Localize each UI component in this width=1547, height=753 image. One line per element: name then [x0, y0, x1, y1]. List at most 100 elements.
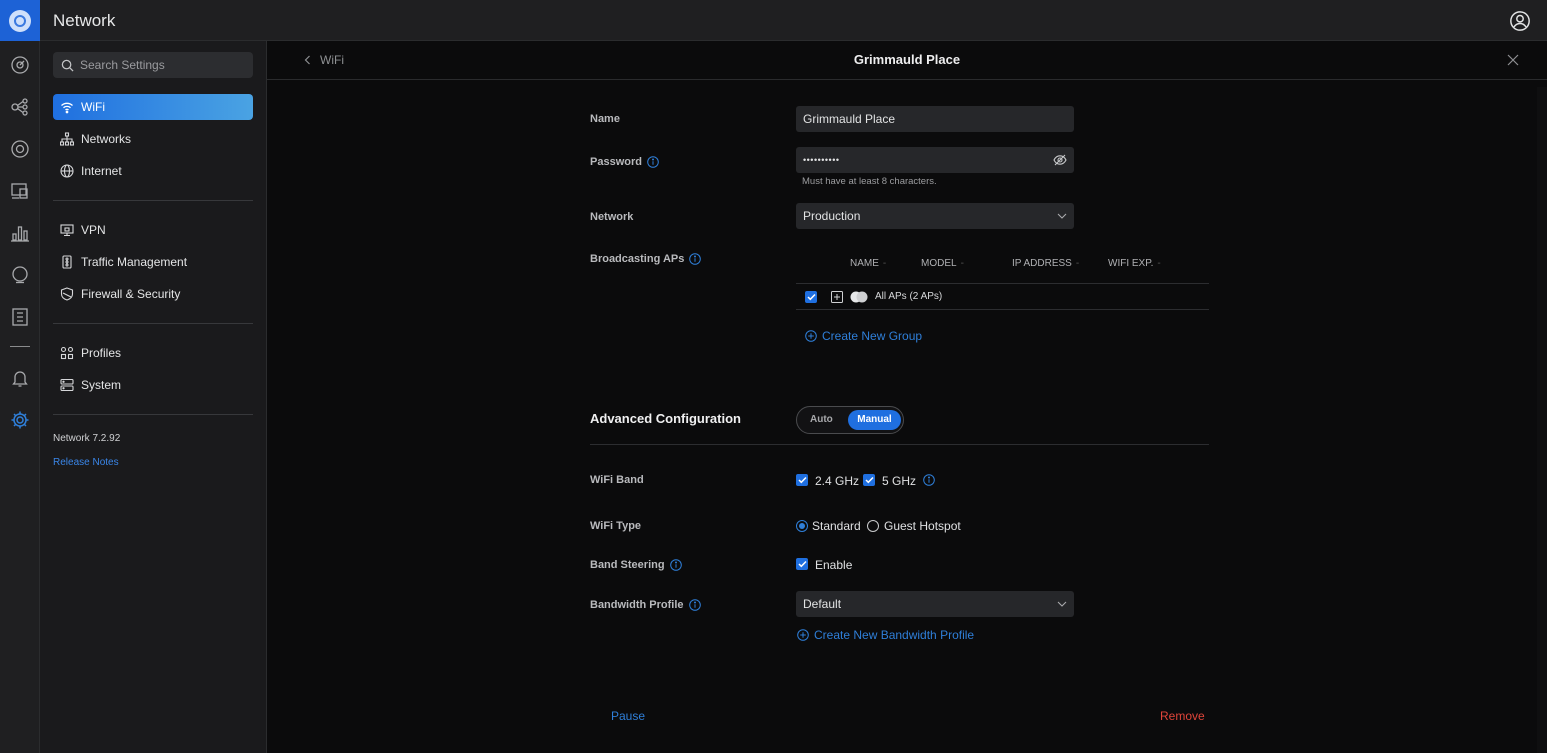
bandwidth-profile-select[interactable]: Default	[796, 591, 1074, 617]
wifi-icon	[61, 102, 73, 114]
scrollbar[interactable]	[1537, 87, 1547, 753]
info-icon[interactable]	[669, 559, 682, 571]
profiles-icon	[60, 346, 74, 360]
broadcasting-label-row: Broadcasting APs	[590, 253, 702, 265]
sidebar-item-label: Firewall & Security	[81, 287, 181, 301]
mode-auto-option[interactable]: Auto	[810, 414, 833, 425]
password-label: Password	[590, 156, 642, 168]
sidebar-item-label: Internet	[81, 164, 122, 178]
sidebar-item-internet[interactable]: Internet	[53, 158, 253, 184]
type-standard-radio[interactable]	[796, 520, 808, 532]
access-point-group-icon	[850, 291, 868, 303]
chevron-down-icon	[1057, 213, 1067, 219]
chevron-down-icon	[1057, 601, 1067, 607]
user-account-icon[interactable]	[1509, 10, 1531, 32]
sidebar-item-wifi[interactable]: WiFi	[53, 94, 253, 120]
column-header-name[interactable]: NAME -	[850, 258, 886, 269]
band-steering-label: Band Steering	[590, 559, 665, 571]
sidebar-item-label: VPN	[81, 223, 106, 237]
create-new-group-link[interactable]: Create New Group	[805, 329, 922, 343]
bandwidth-profile-value: Default	[803, 597, 842, 611]
column-header-model[interactable]: MODEL -	[921, 258, 964, 269]
wifi-band-label: WiFi Band	[590, 474, 644, 486]
search-box[interactable]	[53, 52, 253, 78]
panel-header: WiFi Grimmauld Place	[267, 41, 1547, 80]
sidebar-item-label: Traffic Management	[81, 255, 188, 269]
band-24ghz-label: 2.4 GHz	[815, 474, 860, 488]
type-guest-hotspot-radio[interactable]	[867, 520, 879, 532]
logs-icon[interactable]	[10, 307, 30, 327]
app-version: Network 7.2.92	[53, 433, 121, 444]
band-steering-checkbox[interactable]	[796, 558, 808, 570]
pause-button[interactable]: Pause	[611, 709, 645, 723]
name-label: Name	[590, 113, 620, 125]
password-value: ••••••••••	[803, 155, 840, 165]
column-header-wifi-exp[interactable]: WIFI EXP. -	[1108, 258, 1161, 269]
column-header-ip-address[interactable]: IP ADDRESS -	[1012, 258, 1079, 269]
sidebar-divider	[53, 414, 253, 415]
sidebar-item-traffic-management[interactable]: Traffic Management	[53, 249, 253, 275]
sidebar-item-networks[interactable]: Networks	[53, 126, 253, 152]
sidebar-item-system[interactable]: System	[53, 372, 253, 398]
expand-plus-icon[interactable]	[831, 291, 843, 303]
sidebar-item-label: System	[81, 378, 122, 392]
settings-icon[interactable]	[10, 410, 30, 430]
name-field[interactable]: Grimmauld Place	[796, 106, 1074, 132]
wifi-detail-panel: WiFi Grimmauld Place Name Grimmauld Plac…	[267, 41, 1547, 753]
sidebar-item-firewall-security[interactable]: Firewall & Security	[53, 281, 253, 307]
info-icon[interactable]	[923, 474, 935, 486]
network-select[interactable]: Production	[796, 203, 1074, 229]
band-24ghz-checkbox[interactable]	[796, 474, 808, 486]
info-icon[interactable]	[688, 599, 701, 611]
sidebar-item-label: Profiles	[81, 346, 122, 360]
section-divider	[590, 444, 1209, 445]
topology-icon[interactable]	[10, 97, 30, 117]
add-circle-icon	[805, 330, 817, 342]
remove-button[interactable]: Remove	[1160, 709, 1205, 723]
info-icon[interactable]	[647, 156, 659, 168]
password-field[interactable]: ••••••••••	[796, 147, 1074, 173]
icon-rail	[0, 41, 40, 753]
config-mode-toggle[interactable]: Auto Manual	[796, 406, 904, 434]
insights-icon[interactable]	[10, 265, 30, 285]
networks-icon	[60, 132, 74, 146]
bandwidth-profile-label-row: Bandwidth Profile	[590, 599, 701, 611]
search-input[interactable]	[80, 58, 240, 72]
broadcasting-label: Broadcasting APs	[590, 253, 685, 265]
network-label: Network	[590, 211, 634, 223]
system-icon	[60, 378, 74, 392]
alerts-icon[interactable]	[10, 368, 30, 388]
add-circle-icon	[797, 629, 809, 641]
band-5ghz-checkbox[interactable]	[863, 474, 875, 486]
sidebar-divider	[53, 200, 253, 201]
password-help-text: Must have at least 8 characters.	[802, 176, 937, 187]
vpn-icon	[60, 224, 74, 237]
release-notes-link[interactable]: Release Notes	[53, 457, 119, 468]
dashboard-icon[interactable]	[10, 55, 30, 75]
sidebar-divider	[53, 323, 253, 324]
top-bar: Network	[0, 0, 1547, 41]
eye-hidden-icon[interactable]	[1053, 154, 1067, 166]
band-5ghz-label: 5 GHz	[882, 474, 917, 488]
password-label-row: Password	[590, 156, 659, 168]
devices-icon[interactable]	[10, 139, 30, 159]
info-icon[interactable]	[689, 253, 702, 265]
sidebar-item-profiles[interactable]: Profiles	[53, 340, 253, 366]
sidebar-item-label: WiFi	[81, 100, 105, 114]
client-devices-icon[interactable]	[10, 181, 30, 201]
mode-manual-option[interactable]: Manual	[848, 410, 901, 430]
unifi-logo-icon[interactable]	[0, 0, 40, 41]
all-aps-checkbox[interactable]	[805, 291, 817, 303]
shield-icon	[60, 287, 74, 301]
close-icon[interactable]	[1507, 54, 1519, 66]
sidebar-item-vpn[interactable]: VPN	[53, 217, 253, 243]
create-bandwidth-profile-link[interactable]: Create New Bandwidth Profile	[797, 628, 974, 642]
settings-sidebar: WiFi Networks Internet VPN Traffic Manag…	[40, 41, 267, 753]
table-divider	[796, 309, 1209, 310]
band-steering-label-row: Band Steering	[590, 559, 682, 571]
type-guest-hotspot-label: Guest Hotspot	[884, 519, 961, 533]
all-aps-row-label: All APs (2 APs)	[875, 291, 943, 302]
statistics-icon[interactable]	[10, 223, 30, 243]
globe-icon	[60, 164, 74, 178]
band-steering-enable-label: Enable	[815, 558, 853, 572]
